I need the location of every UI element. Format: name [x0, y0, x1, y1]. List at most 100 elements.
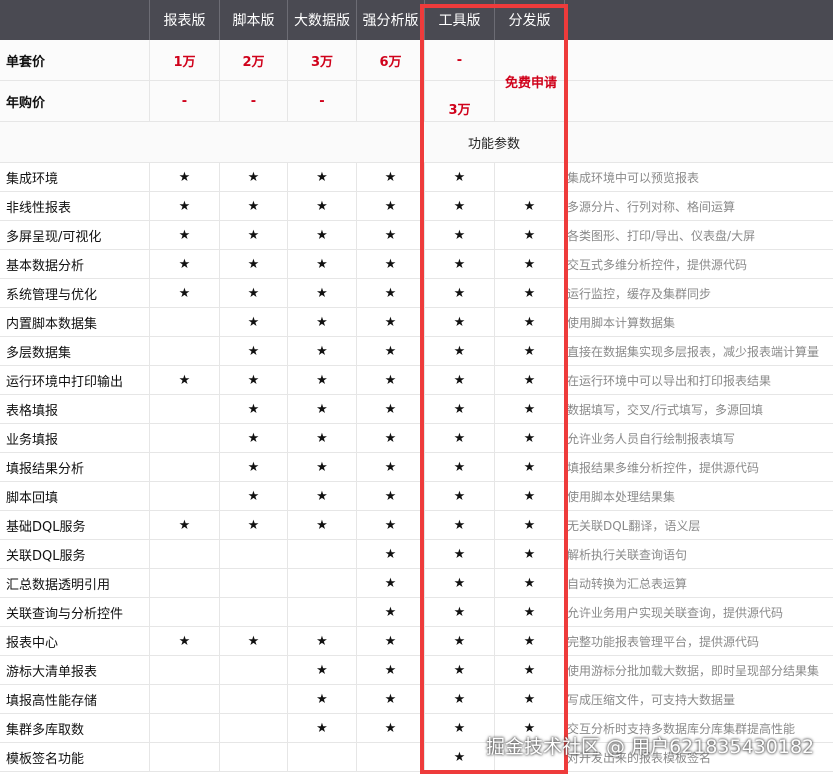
star-icon: ★ [288, 163, 357, 191]
star-icon: ★ [425, 337, 495, 365]
price-value: 1万 [150, 40, 220, 80]
star-icon: ★ [288, 366, 357, 394]
feature-desc: 自动转换为汇总表运算 [567, 576, 688, 591]
star-icon: ★ [495, 656, 565, 684]
feature-name: 报表中心 [0, 627, 150, 655]
star-icon: ★ [220, 424, 288, 452]
star-icon: ★ [425, 569, 495, 597]
feature-row: 业务填报 ★ ★ ★ ★ ★ 允许业务人员自行绘制报表填写 [0, 424, 833, 453]
star-icon: ★ [495, 482, 565, 510]
feature-desc: 使用游标分批加载大数据，即时呈现部分结果集 [567, 663, 820, 678]
feature-desc: 允许业务用户实现关联查询，提供源代码 [567, 605, 784, 620]
star-icon: ★ [357, 453, 425, 481]
star-icon: ★ [357, 540, 425, 568]
star-icon: ★ [220, 308, 288, 336]
star-icon: ★ [288, 685, 357, 713]
star-icon: ★ [288, 511, 357, 539]
feature-desc: 解析执行关联查询语句 [567, 547, 688, 562]
feature-row: 基础DQL服务 ★ ★ ★ ★ ★ ★ 无关联DQL翻译，语义层 [0, 511, 833, 540]
star-icon: ★ [495, 598, 565, 626]
feature-name: 多屏呈现/可视化 [0, 221, 150, 249]
feature-desc: 交互式多维分析控件，提供源代码 [567, 257, 748, 272]
star-icon: ★ [495, 221, 565, 249]
star-icon: ★ [357, 685, 425, 713]
star-icon: ★ [220, 163, 288, 191]
empty-cell [220, 685, 288, 713]
empty-cell [150, 424, 220, 452]
feature-name: 集群多库取数 [0, 714, 150, 742]
star-icon: ★ [357, 395, 425, 423]
feature-name: 基础DQL服务 [0, 511, 150, 539]
star-icon: ★ [425, 308, 495, 336]
star-icon: ★ [288, 250, 357, 278]
star-icon: ★ [220, 627, 288, 655]
price-value: - [288, 81, 357, 121]
star-icon: ★ [288, 279, 357, 307]
star-icon: ★ [220, 366, 288, 394]
price-value: - [150, 81, 220, 121]
feature-name: 系统管理与优化 [0, 279, 150, 307]
star-icon: ★ [357, 250, 425, 278]
star-icon: ★ [495, 279, 565, 307]
empty-cell [288, 569, 357, 597]
empty-cell [150, 540, 220, 568]
star-icon: ★ [357, 279, 425, 307]
star-icon: ★ [425, 598, 495, 626]
star-icon: ★ [495, 395, 565, 423]
feature-row: 关联查询与分析控件 ★ ★ ★ 允许业务用户实现关联查询，提供源代码 [0, 598, 833, 627]
feature-name: 运行环境中打印输出 [0, 366, 150, 394]
star-icon: ★ [288, 714, 357, 742]
star-icon: ★ [220, 192, 288, 220]
empty-cell [150, 685, 220, 713]
star-icon: ★ [425, 453, 495, 481]
section-row [0, 122, 833, 163]
star-icon: ★ [288, 221, 357, 249]
star-icon: ★ [220, 395, 288, 423]
star-icon: ★ [150, 250, 220, 278]
header-desc [565, 0, 833, 40]
empty-cell [220, 598, 288, 626]
feature-desc: 各类图形、打印/导出、仪表盘/大屏 [567, 228, 756, 243]
feature-name: 汇总数据透明引用 [0, 569, 150, 597]
feature-name: 脚本回填 [0, 482, 150, 510]
empty-cell [150, 395, 220, 423]
empty-cell [150, 714, 220, 742]
empty-cell [150, 743, 220, 771]
price-desc [565, 81, 833, 121]
star-icon: ★ [425, 714, 495, 742]
feature-row: 脚本回填 ★ ★ ★ ★ ★ 使用脚本处理结果集 [0, 482, 833, 511]
star-icon: ★ [150, 511, 220, 539]
price-value: 3万 [425, 81, 495, 121]
header-col-1: 报表版 [150, 0, 220, 40]
price-value: 6万 [357, 40, 425, 80]
empty-cell [288, 598, 357, 626]
feature-name: 模板签名功能 [0, 743, 150, 771]
feature-name: 内置脚本数据集 [0, 308, 150, 336]
feature-name: 多层数据集 [0, 337, 150, 365]
empty-cell [220, 540, 288, 568]
feature-name: 表格填报 [0, 395, 150, 423]
feature-desc: 完整功能报表管理平台，提供源代码 [567, 634, 760, 649]
feature-desc: 允许业务人员自行绘制报表填写 [567, 431, 736, 446]
feature-row: 关联DQL服务 ★ ★ ★ 解析执行关联查询语句 [0, 540, 833, 569]
feature-row: 多层数据集 ★ ★ ★ ★ ★ 直接在数据集实现多层报表，减少报表端计算量 [0, 337, 833, 366]
star-icon: ★ [425, 366, 495, 394]
empty-cell [495, 163, 565, 191]
header-col-4: 强分析版 [357, 0, 425, 40]
feature-desc: 无关联DQL翻译，语义层 [567, 518, 701, 533]
empty-cell [357, 743, 425, 771]
star-icon: ★ [357, 482, 425, 510]
feature-row: 内置脚本数据集 ★ ★ ★ ★ ★ 使用脚本计算数据集 [0, 308, 833, 337]
feature-desc: 填报结果多维分析控件，提供源代码 [567, 460, 760, 475]
empty-cell [150, 482, 220, 510]
star-icon: ★ [150, 366, 220, 394]
feature-row: 集成环境 ★ ★ ★ ★ ★ 集成环境中可以预览报表 [0, 163, 833, 192]
feature-row: 多屏呈现/可视化 ★ ★ ★ ★ ★ ★ 各类图形、打印/导出、仪表盘/大屏 [0, 221, 833, 250]
star-icon: ★ [495, 569, 565, 597]
feature-name: 关联查询与分析控件 [0, 598, 150, 626]
feature-desc: 在运行环境中可以导出和打印报表结果 [567, 373, 772, 388]
star-icon: ★ [495, 540, 565, 568]
feature-desc: 数据填写，交叉/行式填写，多源回填 [567, 402, 764, 417]
feature-row: 汇总数据透明引用 ★ ★ ★ 自动转换为汇总表运算 [0, 569, 833, 598]
star-icon: ★ [425, 279, 495, 307]
